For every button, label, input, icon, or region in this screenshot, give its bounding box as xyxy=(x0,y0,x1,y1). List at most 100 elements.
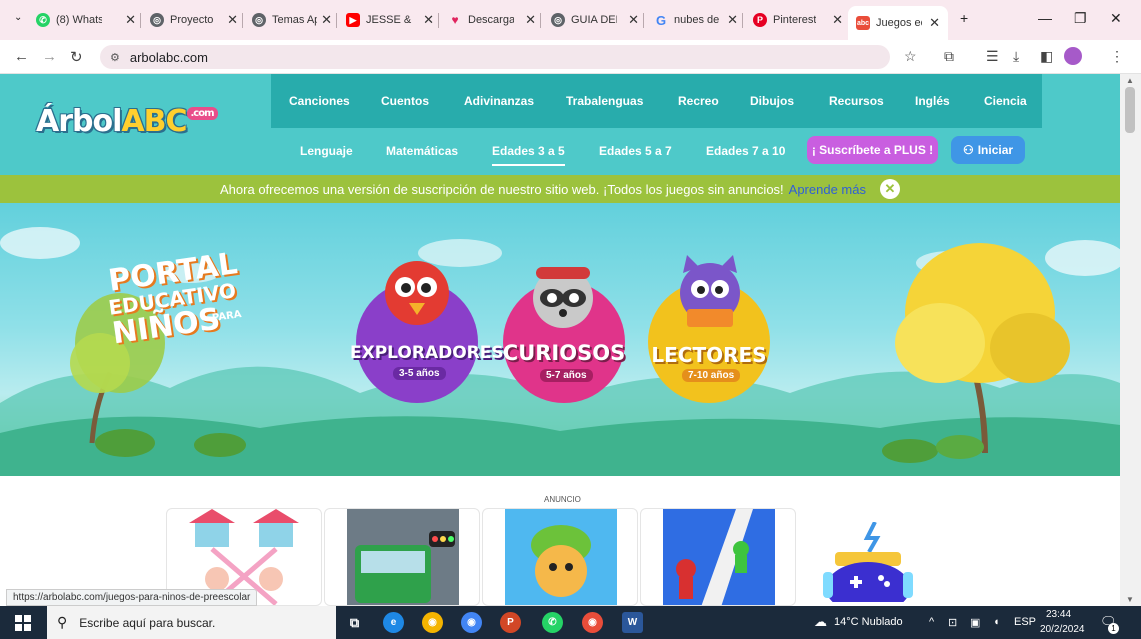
scrollbar-thumb[interactable] xyxy=(1125,87,1135,133)
chrome-profile-icon[interactable]: ◉ xyxy=(461,612,482,633)
close-icon[interactable]: ✕ xyxy=(828,12,843,28)
game-card-stumble[interactable] xyxy=(482,508,638,606)
language-indicator[interactable]: ESP xyxy=(1014,616,1036,628)
download-icon[interactable]: ⤓ xyxy=(1013,48,1019,65)
page-scrollbar[interactable]: ▲ ▼ xyxy=(1120,74,1141,606)
exploradores-age: 3-5 años xyxy=(393,367,446,380)
tray-chevron-icon[interactable]: ^ xyxy=(929,616,934,628)
side-panel-icon[interactable]: ◧ xyxy=(1040,48,1053,65)
login-button[interactable]: ⚇ Iniciar xyxy=(951,136,1025,164)
lectores-label: LECTORES xyxy=(651,343,767,367)
nav-recursos[interactable]: Recursos xyxy=(829,94,884,108)
tab-whatsapp[interactable]: ✆ (8) Whats ✕ xyxy=(36,9,136,31)
nav-cuentos[interactable]: Cuentos xyxy=(381,94,429,108)
logo-abc-text: ABC xyxy=(121,104,187,139)
notification-count: 1 xyxy=(1108,623,1119,634)
close-icon[interactable]: ✕ xyxy=(925,15,940,31)
bookmark-star-icon[interactable]: ☆ xyxy=(904,48,917,65)
reading-list-icon[interactable]: ☰ xyxy=(986,48,999,65)
new-tab-plus-icon[interactable]: + xyxy=(960,10,968,26)
word-icon[interactable]: W xyxy=(622,612,643,633)
nav-ciencia[interactable]: Ciencia xyxy=(984,94,1027,108)
game-controller-robot-icon[interactable] xyxy=(817,522,917,602)
banner-close-icon[interactable]: ✕ xyxy=(879,179,900,199)
user-add-icon: ⚇ xyxy=(962,143,974,157)
browser-toolbar: ← → ↻ ⚙ arbolabc.com ☆ ⧉ ☰ ⤓ ◧ ⋮ xyxy=(0,40,1141,74)
minimize-icon[interactable]: — xyxy=(1038,10,1052,26)
tab-descarga[interactable]: ♥ Descarga ✕ xyxy=(448,9,536,31)
menu-dots-icon[interactable]: ⋮ xyxy=(1110,48,1124,65)
tab-youtube[interactable]: ▶ JESSE & J ✕ xyxy=(346,9,434,31)
profile-avatar[interactable] xyxy=(1064,47,1082,65)
tab-search-chevron-icon[interactable]: ⌄ xyxy=(14,12,22,23)
reload-icon[interactable]: ↻ xyxy=(70,48,83,66)
nav-ingles[interactable]: Inglés xyxy=(915,94,950,108)
close-icon[interactable]: ✕ xyxy=(223,12,238,28)
nav-trabalenguas[interactable]: Trabalenguas xyxy=(566,94,643,108)
tab-temas[interactable]: ◎ Temas Ap ✕ xyxy=(252,9,332,31)
nav-lenguaje[interactable]: Lenguaje xyxy=(300,144,353,158)
learn-more-link[interactable]: Aprende más xyxy=(789,182,866,197)
game-card-run[interactable] xyxy=(640,508,796,606)
meet-icon[interactable]: ▣ xyxy=(970,616,980,629)
logo-text: Árbol xyxy=(36,104,122,139)
nav-canciones[interactable]: Canciones xyxy=(289,94,350,108)
game-card-bus[interactable] xyxy=(324,508,480,606)
clock-date[interactable]: 20/2/2024 xyxy=(1040,624,1085,635)
youtube-icon: ▶ xyxy=(346,13,360,27)
close-icon[interactable]: ✕ xyxy=(723,12,738,28)
nav-adivinanzas[interactable]: Adivinanzas xyxy=(464,94,534,108)
forward-arrow-icon[interactable]: → xyxy=(42,48,57,65)
tab-label: (8) Whats xyxy=(56,14,102,26)
tab-divider xyxy=(336,13,337,28)
tab-google[interactable]: G nubes de ✕ xyxy=(654,9,738,31)
bus-game-thumbnail xyxy=(347,509,459,605)
logo-com-badge: .com xyxy=(186,107,218,120)
subscribe-plus-button[interactable]: ¡ Suscríbete a PLUS ! xyxy=(807,136,938,164)
address-bar[interactable]: ⚙ arbolabc.com xyxy=(100,45,890,69)
nav-dibujos[interactable]: Dibujos xyxy=(750,94,794,108)
windows-start-icon[interactable] xyxy=(15,615,31,631)
tab-label: Proyecto xyxy=(170,14,214,26)
task-view-icon[interactable]: ⧉ xyxy=(344,612,365,633)
primary-nav: Canciones Cuentos Adivinanzas Trabalengu… xyxy=(271,74,1042,128)
clock-time[interactable]: 23:44 xyxy=(1046,609,1071,620)
network-icon[interactable]: ⊡ xyxy=(948,616,957,629)
scroll-down-icon[interactable]: ▼ xyxy=(1126,595,1134,604)
login-label: Iniciar xyxy=(977,143,1014,157)
url-text: arbolabc.com xyxy=(129,49,208,65)
arbolabc-logo[interactable]: ÁrbolABC .com xyxy=(36,104,218,139)
chrome-icon[interactable]: ◉ xyxy=(422,612,443,633)
volume-icon[interactable]: ◖ xyxy=(993,616,1000,628)
extensions-icon[interactable]: ⧉ xyxy=(944,48,954,65)
nav-edades-7-10[interactable]: Edades 7 a 10 xyxy=(706,144,785,158)
close-icon[interactable]: ✕ xyxy=(521,12,536,28)
red-bird-icon xyxy=(385,261,449,325)
chrome-active-icon[interactable]: ◉ xyxy=(582,612,603,633)
taskbar-search[interactable]: ⚲ Escribe aquí para buscar. xyxy=(47,606,336,639)
scroll-up-icon[interactable]: ▲ xyxy=(1126,76,1134,85)
close-icon[interactable]: ✕ xyxy=(121,12,136,28)
close-icon[interactable]: ✕ xyxy=(624,12,639,28)
restore-icon[interactable]: ❐ xyxy=(1074,10,1087,27)
window-close-icon[interactable]: ✕ xyxy=(1110,10,1122,27)
nav-edades-3-5[interactable]: Edades 3 a 5 xyxy=(492,144,565,166)
search-icon: ⚲ xyxy=(57,614,68,630)
close-icon[interactable]: ✕ xyxy=(317,12,332,28)
tab-guia[interactable]: ◎ GUIA DEL ✕ xyxy=(551,9,639,31)
tab-proyecto[interactable]: ◎ Proyecto ✕ xyxy=(150,9,238,31)
edge-icon[interactable]: e xyxy=(383,612,404,633)
powerpoint-icon[interactable]: P xyxy=(500,612,521,633)
tab-divider xyxy=(438,13,439,28)
nav-edades-5-7[interactable]: Edades 5 a 7 xyxy=(599,144,672,158)
weather-text[interactable]: 14°C Nublado xyxy=(834,616,903,628)
tab-pinterest[interactable]: P Pinterest ✕ xyxy=(753,9,843,31)
nav-matematicas[interactable]: Matemáticas xyxy=(386,144,458,158)
nav-recreo[interactable]: Recreo xyxy=(678,94,719,108)
close-icon[interactable]: ✕ xyxy=(419,12,434,28)
back-arrow-icon[interactable]: ← xyxy=(14,48,29,65)
tab-juegos-active[interactable]: abc Juegos ec ✕ xyxy=(848,6,948,40)
site-info-icon[interactable]: ⚙ xyxy=(110,51,120,64)
whatsapp-app-icon[interactable]: ✆ xyxy=(542,612,563,633)
subscription-banner: Ahora ofrecemos una versión de suscripci… xyxy=(0,175,1120,203)
